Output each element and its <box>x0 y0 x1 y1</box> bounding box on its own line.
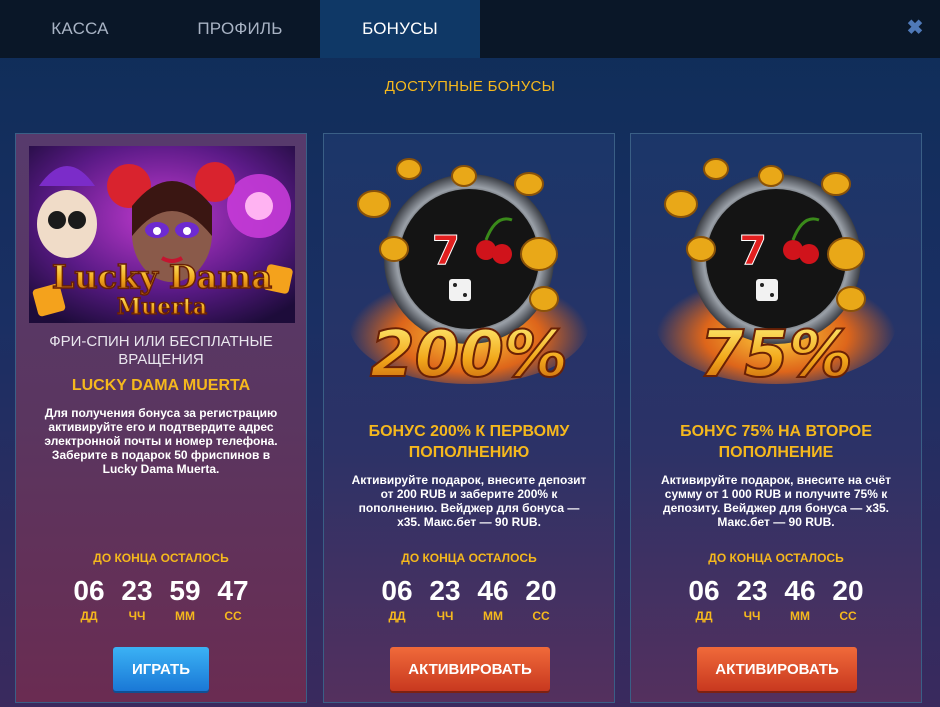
close-icon[interactable]: ✖ <box>906 18 924 38</box>
timer-days-label: ДД <box>80 609 98 623</box>
card-description: Для получения бонуса за регистрацию акти… <box>44 406 278 476</box>
svg-text:7: 7 <box>739 228 767 274</box>
timer-days: 06 <box>688 575 720 606</box>
card-description: Активируйте подарок, внесите депозит от … <box>351 473 587 529</box>
tab-bar: КАССА ПРОФИЛЬ БОНУСЫ <box>0 0 940 58</box>
countdown-timer: 06 ДД 23 ЧЧ 46 ММ 20 СС <box>324 575 614 623</box>
bonus-percent-text: 75% <box>699 318 852 392</box>
bonus-card-75: 7 75% БОНУС 75% НА ВТОРОЕ ПОПОЛНЕНИЕ Акт… <box>630 133 922 703</box>
card-title: БОНУС 200% К ПЕРВОМУ ПОПОЛНЕНИЮ <box>368 423 570 461</box>
timer-hours: 23 <box>736 575 768 606</box>
timer-label: ДО КОНЦА ОСТАЛОСЬ <box>93 551 229 565</box>
tab-cashier[interactable]: КАССА <box>0 0 160 58</box>
logo-text-line1: Lucky Dama <box>52 258 272 296</box>
bonus-card-200: 7 200% БОНУС 200% К ПЕРВОМУ ПОПОЛНЕНИЮ А… <box>323 133 615 703</box>
bonus-card-freespins: Lucky Dama Muerta ФРИ-СПИН ИЛИ БЕСПЛАТНЫ… <box>15 133 307 703</box>
card-subtitle: ФРИ-СПИН ИЛИ БЕСПЛАТНЫЕ ВРАЩЕНИЯ <box>49 333 273 368</box>
casino-coins-200-image: 7 200% <box>349 158 589 393</box>
timer-hours: 23 <box>429 575 461 606</box>
bonus-percent-text: 200% <box>370 318 568 392</box>
timer-seconds: 20 <box>832 575 864 606</box>
timer-label: ДО КОНЦА ОСТАЛОСЬ <box>401 551 537 565</box>
timer-label: ДО КОНЦА ОСТАЛОСЬ <box>708 551 844 565</box>
card-title: БОНУС 75% НА ВТОРОЕ ПОПОЛНЕНИЕ <box>680 423 872 461</box>
timer-minutes: 59 <box>169 575 201 606</box>
timer-seconds-label: СС <box>532 609 550 623</box>
tab-bonuses[interactable]: БОНУСЫ <box>320 0 480 58</box>
timer-minutes: 46 <box>477 575 509 606</box>
timer-minutes-label: ММ <box>790 609 810 623</box>
lucky-dama-muerta-image: Lucky Dama Muerta <box>29 146 295 323</box>
activate-button[interactable]: АКТИВИРОВАТЬ <box>390 647 550 691</box>
card-description: Активируйте подарок, внесите на счёт сум… <box>660 473 892 529</box>
timer-seconds-label: СС <box>224 609 242 623</box>
timer-seconds-label: СС <box>839 609 857 623</box>
countdown-timer: 06 ДД 23 ЧЧ 59 ММ 47 СС <box>16 575 306 623</box>
timer-days-label: ДД <box>695 609 713 623</box>
timer-hours: 23 <box>121 575 153 606</box>
card-title: LUCKY DAMA MUERTA <box>71 377 251 394</box>
logo-text-line2: Muerta <box>117 294 207 320</box>
timer-days: 06 <box>381 575 413 606</box>
play-button[interactable]: ИГРАТЬ <box>113 647 209 691</box>
timer-seconds: 47 <box>217 575 249 606</box>
timer-seconds: 20 <box>525 575 557 606</box>
timer-hours-label: ЧЧ <box>743 609 761 623</box>
casino-coins-75-image: 7 75% <box>656 158 896 393</box>
timer-days: 06 <box>73 575 105 606</box>
timer-minutes: 46 <box>784 575 816 606</box>
activate-button[interactable]: АКТИВИРОВАТЬ <box>697 647 857 691</box>
timer-hours-label: ЧЧ <box>436 609 454 623</box>
timer-minutes-label: ММ <box>483 609 503 623</box>
countdown-timer: 06 ДД 23 ЧЧ 46 ММ 20 СС <box>631 575 921 623</box>
timer-minutes-label: ММ <box>175 609 195 623</box>
tab-profile[interactable]: ПРОФИЛЬ <box>160 0 320 58</box>
timer-hours-label: ЧЧ <box>128 609 146 623</box>
svg-text:7: 7 <box>432 228 460 274</box>
section-title: ДОСТУПНЫЕ БОНУСЫ <box>384 78 556 95</box>
timer-days-label: ДД <box>388 609 406 623</box>
